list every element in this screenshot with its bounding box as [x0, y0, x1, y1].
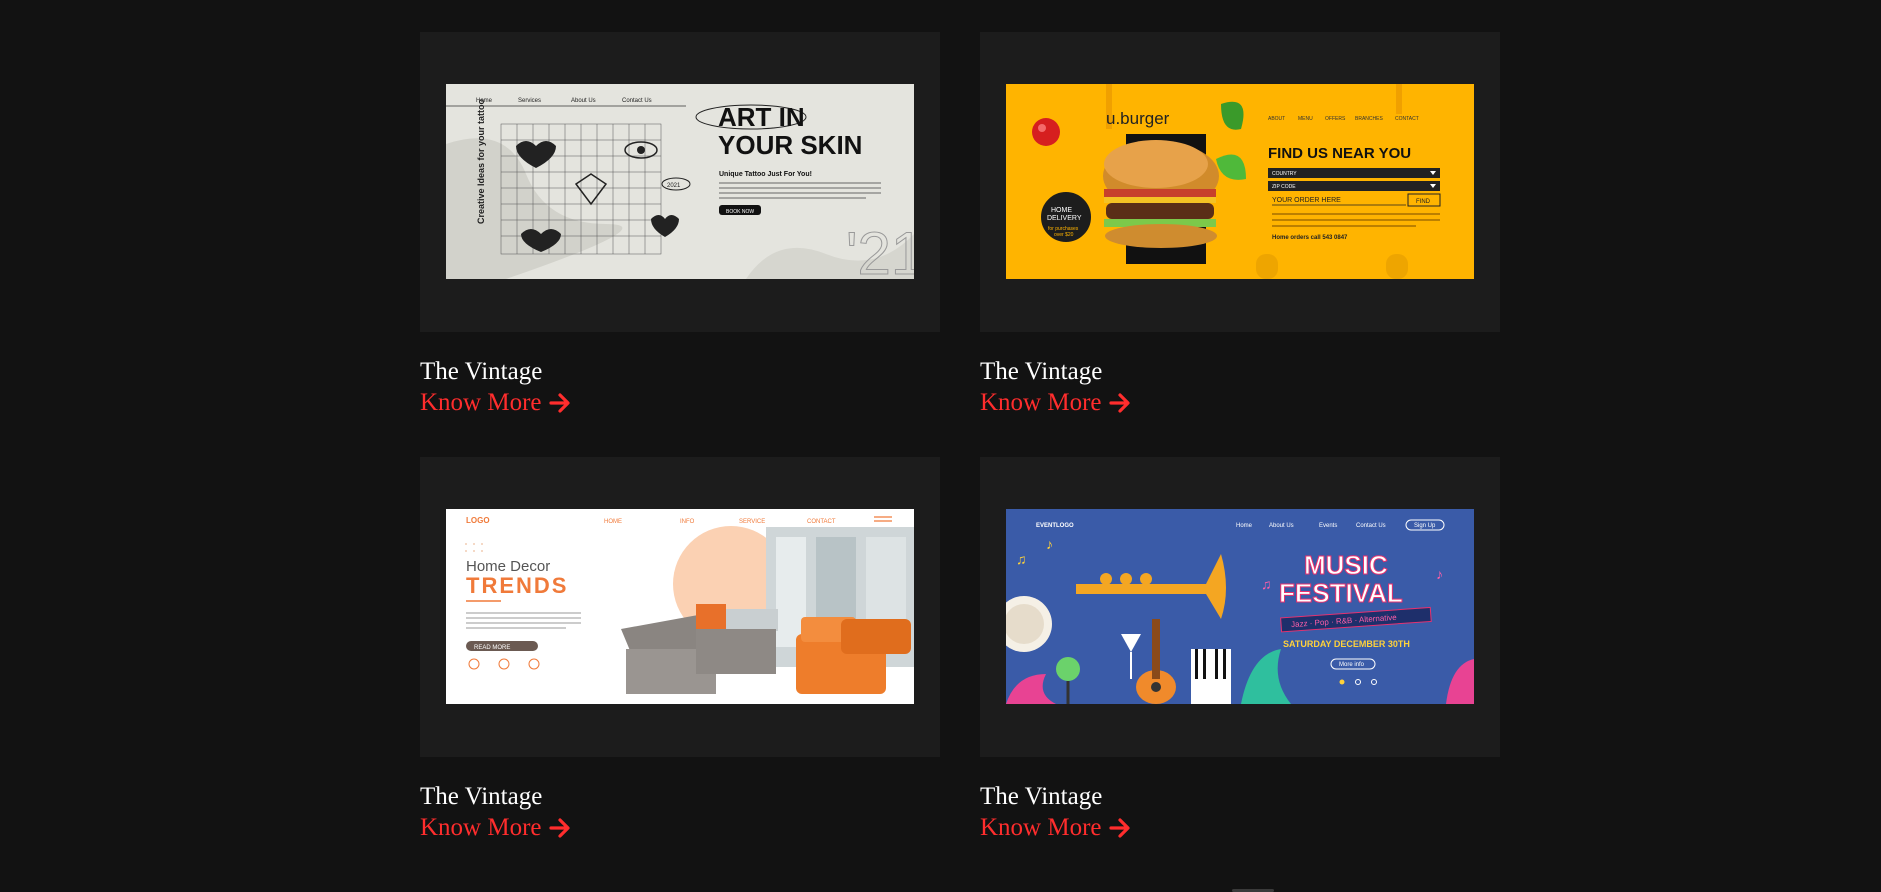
svg-text:Sign Up: Sign Up	[1414, 523, 1436, 529]
know-more-label: Know More	[980, 389, 1102, 416]
svg-text:YOUR SKIN: YOUR SKIN	[718, 130, 862, 160]
svg-text:'21: '21	[846, 220, 914, 279]
svg-text:over $20: over $20	[1054, 232, 1074, 238]
know-more-link[interactable]: Know More	[980, 812, 1132, 844]
svg-text:Events: Events	[1319, 523, 1337, 529]
svg-text:MENU: MENU	[1298, 116, 1313, 122]
svg-text:Contact Us: Contact Us	[1356, 523, 1386, 529]
svg-text:CONTACT: CONTACT	[1395, 116, 1419, 122]
svg-text:FESTIVAL: FESTIVAL	[1279, 578, 1403, 608]
project-card: HOME DELIVERY for purchases over $20 u.b…	[980, 32, 1500, 457]
svg-text:ZIP CODE: ZIP CODE	[1272, 184, 1296, 190]
svg-text:READ MORE: READ MORE	[474, 645, 510, 651]
project-thumbnail-frame: EVENTLOGO Home About Us Events Contact U…	[980, 457, 1500, 757]
svg-text:Services: Services	[518, 98, 541, 104]
svg-text:FIND: FIND	[1416, 199, 1431, 205]
svg-text:COUNTRY: COUNTRY	[1272, 171, 1297, 177]
svg-text:INFO: INFO	[680, 519, 695, 525]
project-thumbnail-burger[interactable]: HOME DELIVERY for purchases over $20 u.b…	[1006, 84, 1474, 279]
project-thumbnail-frame: LOGO HOME INFO SERVICE CONTACT Home Deco…	[420, 457, 940, 757]
svg-text:u.burger: u.burger	[1106, 109, 1170, 128]
project-thumbnail-frame: HOME DELIVERY for purchases over $20 u.b…	[980, 32, 1500, 332]
project-title: The Vintage	[420, 783, 543, 810]
project-card: Home Services About Us Contact Us Creati…	[420, 32, 940, 457]
know-more-link[interactable]: Know More	[980, 387, 1132, 419]
svg-text:OFFERS: OFFERS	[1325, 116, 1346, 122]
svg-text:HOME: HOME	[1051, 207, 1072, 214]
svg-text:MUSIC: MUSIC	[1304, 550, 1388, 580]
know-more-label: Know More	[420, 814, 542, 841]
arrow-right-icon	[1108, 393, 1130, 413]
svg-text:TRENDS: TRENDS	[466, 573, 568, 598]
arrow-right-icon	[1108, 818, 1130, 838]
svg-text:BRANCHES: BRANCHES	[1355, 116, 1383, 122]
project-thumbnail-music-festival[interactable]: EVENTLOGO Home About Us Events Contact U…	[1006, 509, 1474, 704]
svg-text:YOUR ORDER HERE: YOUR ORDER HERE	[1272, 197, 1341, 204]
svg-text:Home orders call 543 0847: Home orders call 543 0847	[1272, 235, 1348, 241]
svg-text:Unique Tattoo Just For You!: Unique Tattoo Just For You!	[719, 171, 812, 178]
svg-text:ART IN: ART IN	[718, 102, 805, 132]
svg-text:About Us: About Us	[571, 98, 596, 104]
svg-text:About Us: About Us	[1269, 523, 1294, 529]
project-title: The Vintage	[980, 783, 1103, 810]
svg-text:HOME: HOME	[604, 519, 622, 525]
svg-text:♪: ♪	[1046, 536, 1053, 552]
svg-text:More info: More info	[1339, 662, 1365, 668]
svg-text:FIND US NEAR YOU: FIND US NEAR YOU	[1268, 145, 1411, 162]
know-more-label: Know More	[980, 814, 1102, 841]
know-more-label: Know More	[420, 389, 542, 416]
project-thumbnail-home-decor[interactable]: LOGO HOME INFO SERVICE CONTACT Home Deco…	[446, 509, 914, 704]
svg-text:CONTACT: CONTACT	[807, 519, 836, 525]
svg-text:♪: ♪	[1436, 566, 1443, 582]
project-thumbnail-tattoo[interactable]: Home Services About Us Contact Us Creati…	[446, 84, 914, 279]
project-title: The Vintage	[420, 358, 543, 385]
svg-text:LOGO: LOGO	[466, 516, 490, 525]
svg-text:♫: ♫	[1016, 551, 1027, 567]
arrow-right-icon	[548, 393, 570, 413]
know-more-link[interactable]: Know More	[420, 812, 572, 844]
svg-text:SATURDAY DECEMBER 30TH: SATURDAY DECEMBER 30TH	[1283, 639, 1410, 649]
project-card: LOGO HOME INFO SERVICE CONTACT Home Deco…	[420, 457, 940, 882]
svg-text:ABOUT: ABOUT	[1268, 116, 1285, 122]
svg-text:♫: ♫	[1261, 576, 1272, 592]
svg-text:Home: Home	[1236, 523, 1253, 529]
know-more-link[interactable]: Know More	[420, 387, 572, 419]
svg-text:BOOK NOW: BOOK NOW	[726, 209, 754, 215]
svg-text:Creative Ideas for your tattoo: Creative Ideas for your tattoo	[476, 98, 486, 224]
svg-text:DELIVERY: DELIVERY	[1047, 215, 1082, 222]
svg-text:EVENTLOGO: EVENTLOGO	[1036, 523, 1074, 529]
svg-text:SERVICE: SERVICE	[739, 519, 765, 525]
project-card: EVENTLOGO Home About Us Events Contact U…	[980, 457, 1500, 882]
project-thumbnail-frame: Home Services About Us Contact Us Creati…	[420, 32, 940, 332]
svg-text:2021: 2021	[667, 183, 681, 189]
svg-text:Contact Us: Contact Us	[622, 98, 652, 104]
portfolio-grid: Home Services About Us Contact Us Creati…	[420, 32, 1500, 882]
arrow-right-icon	[548, 818, 570, 838]
project-title: The Vintage	[980, 358, 1103, 385]
